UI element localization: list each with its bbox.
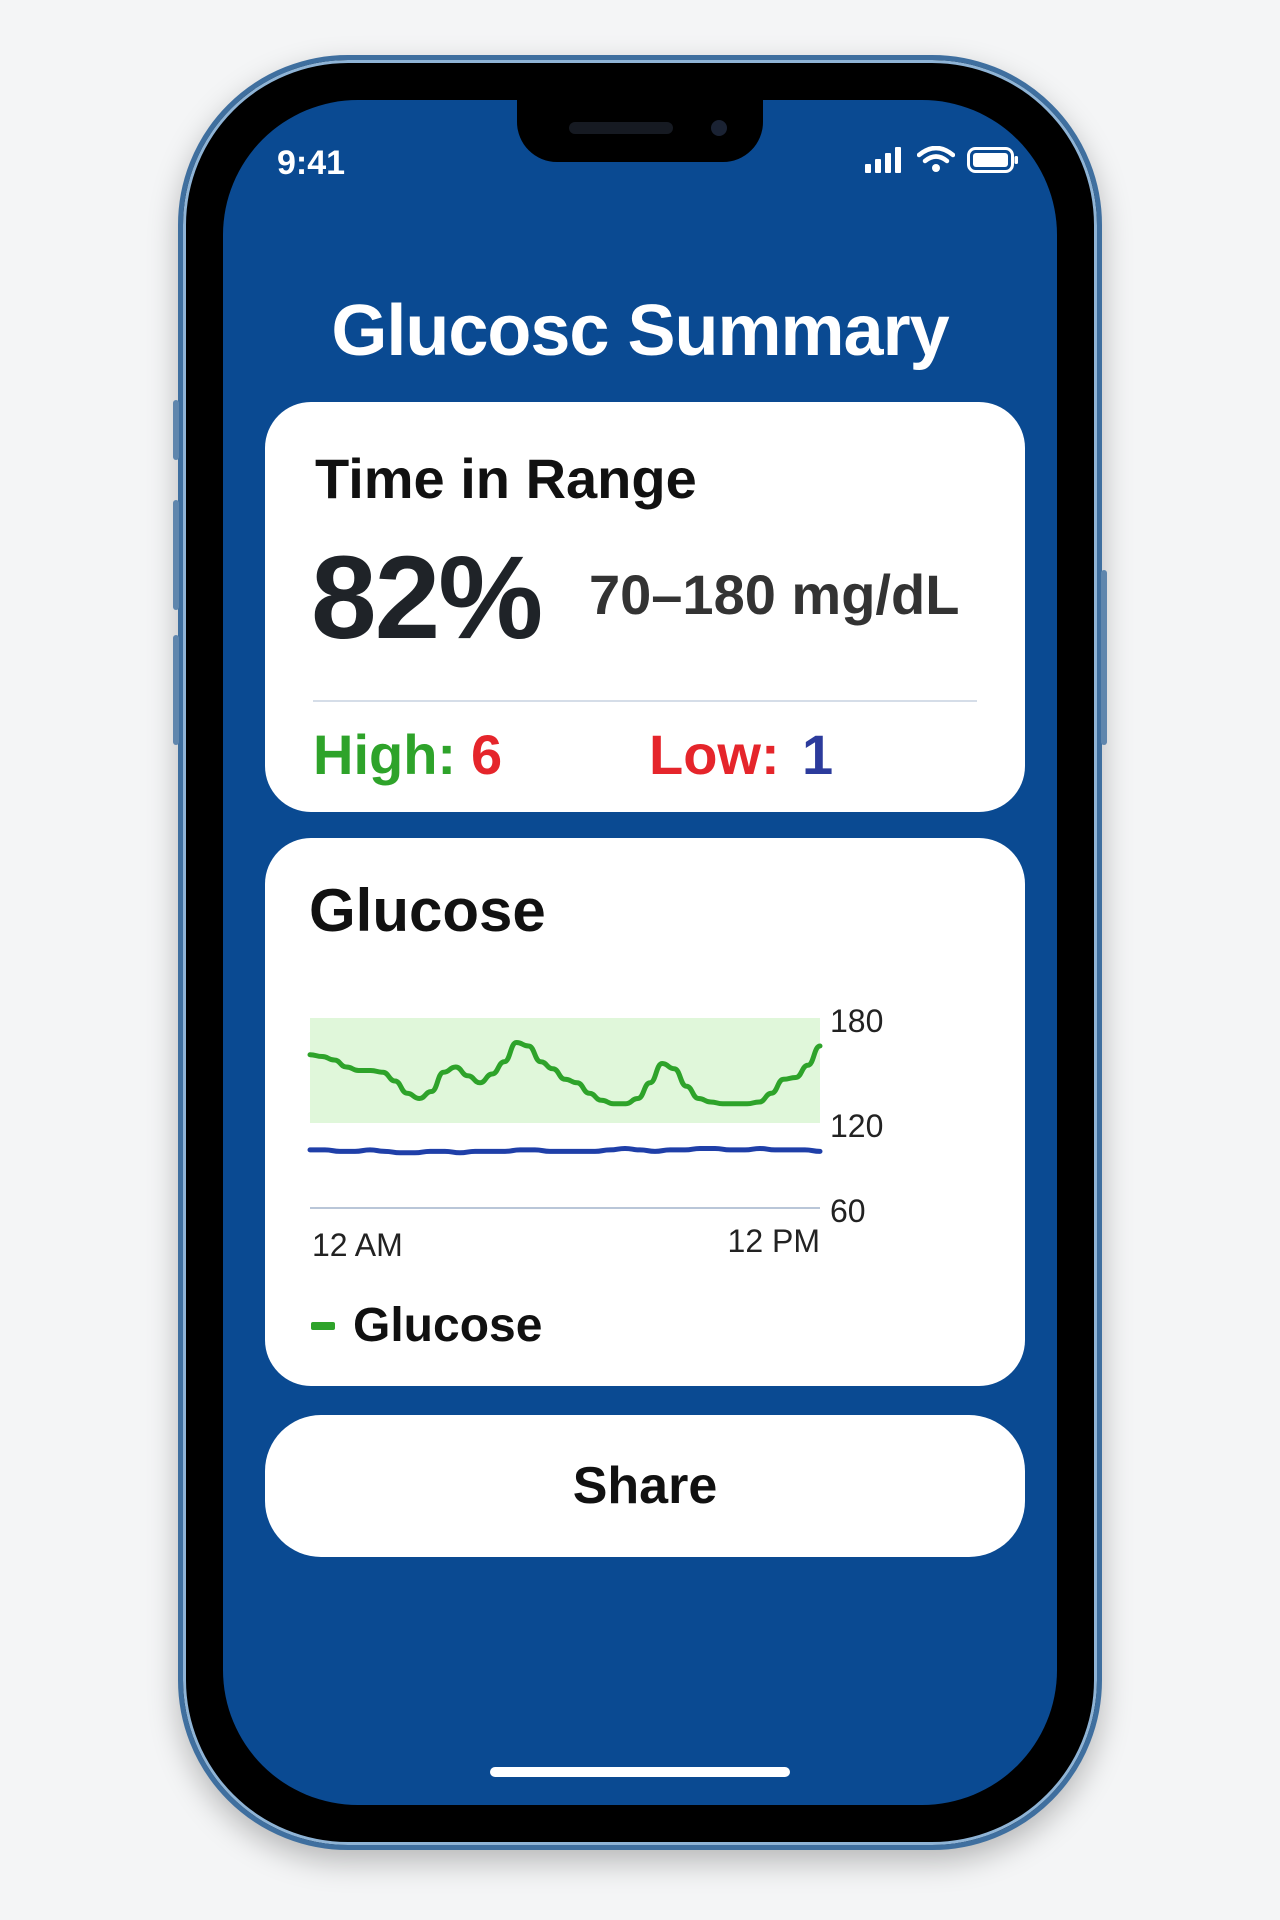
- page-title: Glucosc Summary: [331, 291, 949, 371]
- phone-frame: 9:41 Glucosc Summary Time in Range 82% 7…: [173, 55, 1107, 1850]
- cellular-signal-icon: [865, 147, 901, 173]
- y-tick-label-120: 120: [830, 1108, 883, 1144]
- time-in-range-title: Time in Range: [315, 447, 697, 510]
- y-tick-label-180: 180: [830, 1003, 883, 1039]
- volume-up-button: [173, 500, 179, 610]
- x-tick-label-start: 12 AM: [312, 1227, 403, 1263]
- power-button: [1101, 570, 1107, 745]
- high-label: High:: [313, 723, 457, 786]
- glucose-chart: 180 120 60 12 AM 12 PM: [307, 1003, 883, 1263]
- y-tick-label-60: 60: [830, 1193, 866, 1229]
- low-count: 1: [802, 723, 834, 786]
- battery-icon: [967, 147, 1018, 173]
- low-label: Low:: [649, 723, 780, 786]
- silent-switch: [173, 400, 179, 460]
- target-range-band: [310, 1018, 820, 1123]
- x-tick-label-end: 12 PM: [728, 1223, 820, 1259]
- front-camera: [711, 120, 727, 136]
- time-in-range-percent: 82%: [311, 532, 543, 664]
- app-screen: 9:41 Glucosc Summary Time in Range 82% 7…: [223, 100, 1057, 1805]
- volume-down-button: [173, 635, 179, 745]
- speaker-grille: [569, 122, 673, 134]
- wifi-icon: [917, 146, 955, 172]
- high-count: 6: [471, 723, 503, 786]
- home-indicator[interactable]: [490, 1767, 790, 1777]
- target-range: 70–180 mg/dL: [589, 563, 960, 626]
- secondary-series-line: [307, 1146, 823, 1156]
- time-in-range-card: Time in Range 82% 70–180 mg/dL High: 6 L…: [265, 402, 1025, 812]
- status-time: 9:41: [277, 144, 346, 182]
- share-button[interactable]: Share: [265, 1415, 1025, 1557]
- glucose-card: Glucose 180 120 60 12 AM 12 PM Glucose: [265, 838, 1025, 1386]
- divider: [313, 700, 977, 702]
- status-icons: [865, 146, 1019, 174]
- legend-label: Glucose: [353, 1299, 543, 1352]
- legend-swatch: [311, 1321, 335, 1330]
- notch: [517, 100, 763, 162]
- chart-legend: Glucose: [311, 1298, 542, 1353]
